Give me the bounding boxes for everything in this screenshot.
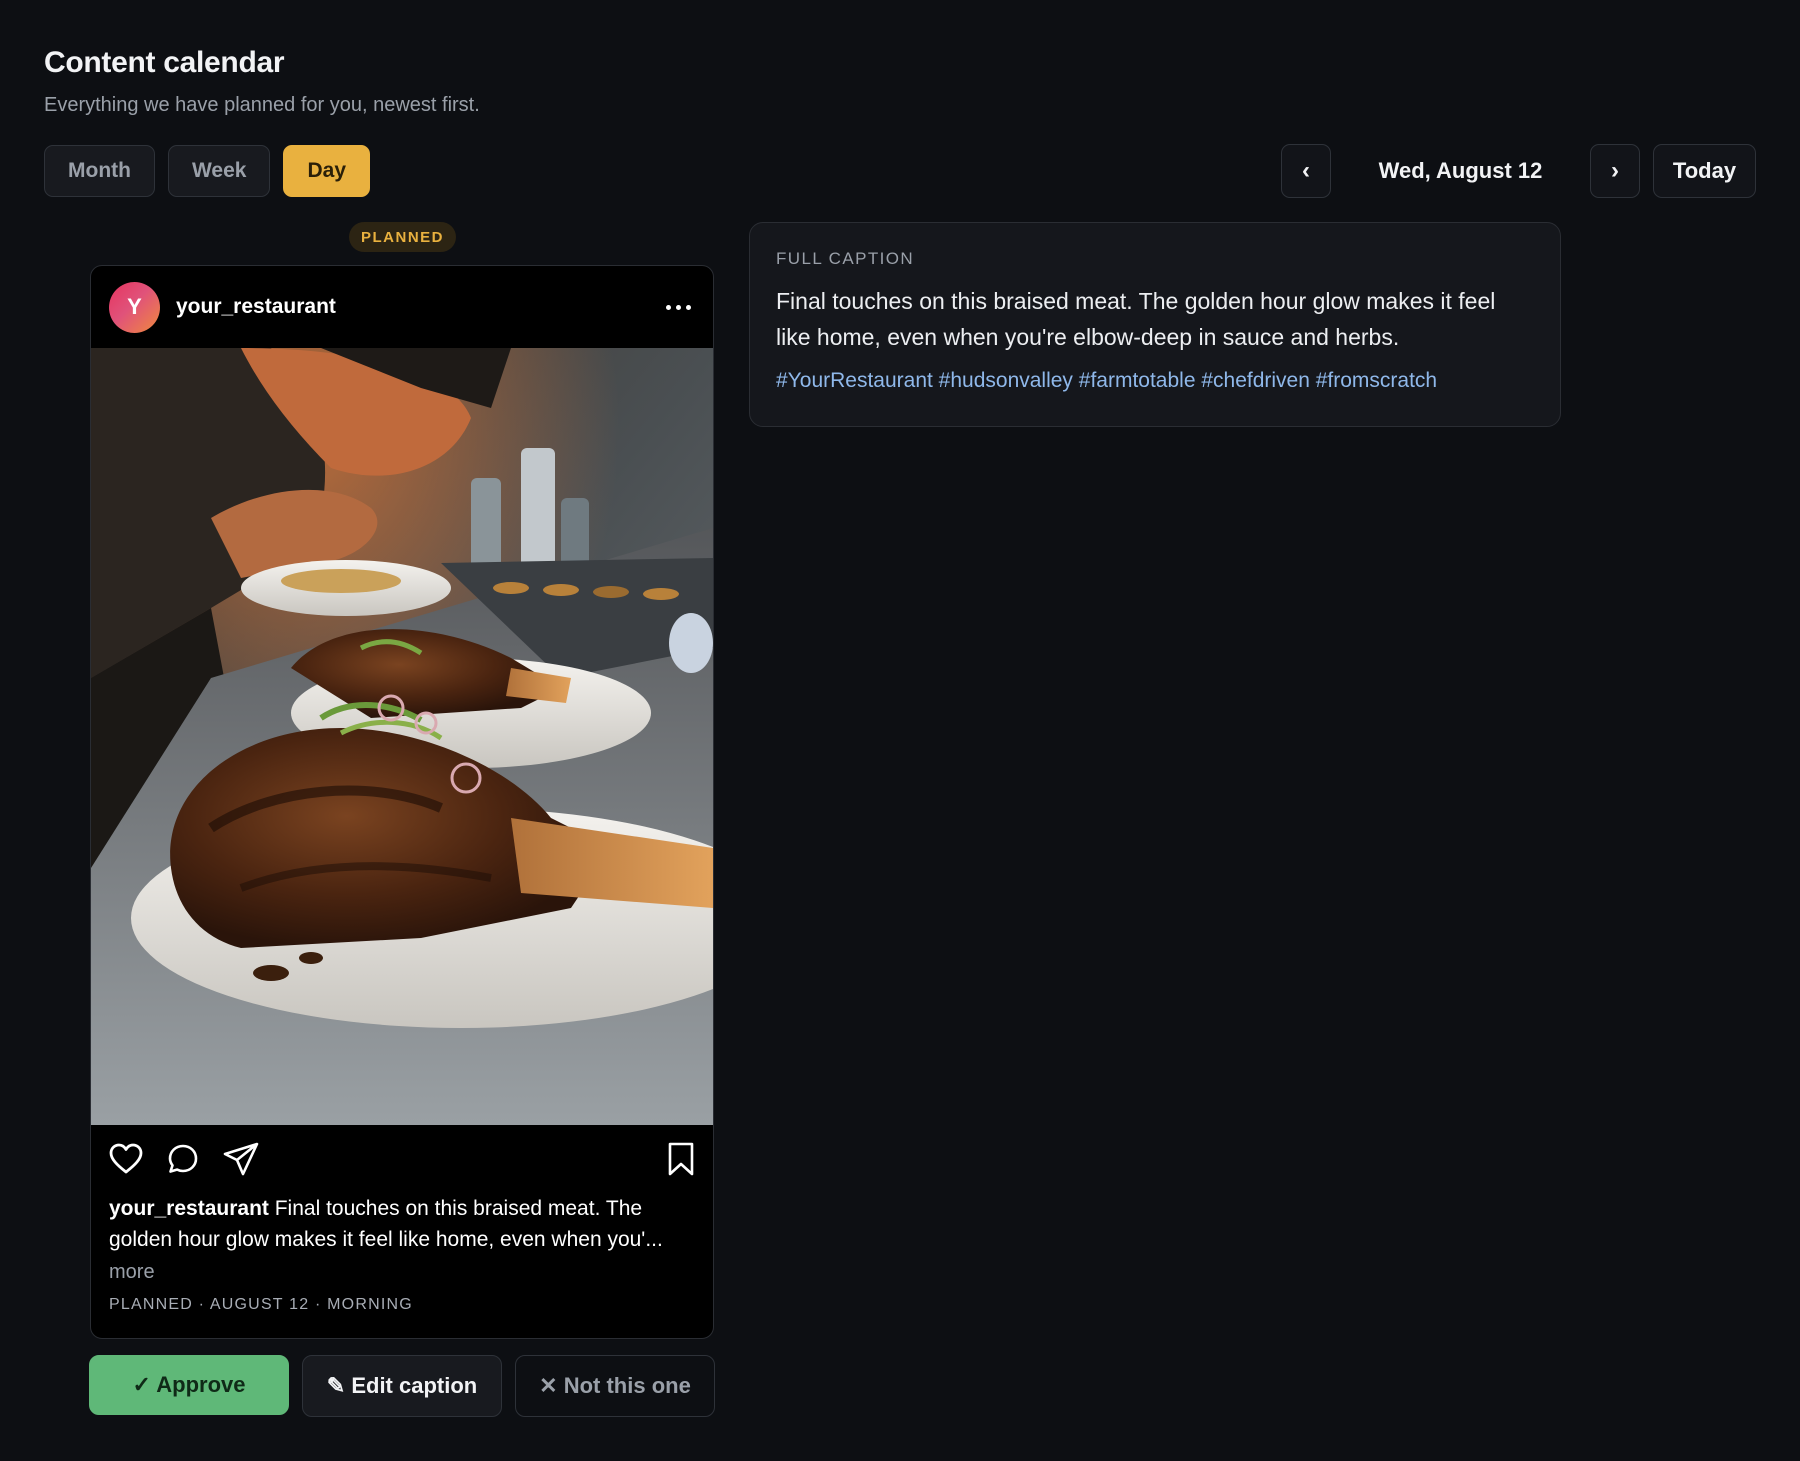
caption-username: your_restaurant: [109, 1197, 269, 1220]
prev-day-button[interactable]: ‹: [1281, 144, 1331, 198]
next-day-button[interactable]: ›: [1590, 144, 1640, 198]
status-badge: PLANNED: [349, 222, 457, 252]
date-navigation: ‹ Wed, August 12 › Today: [1281, 144, 1756, 198]
review-actions: ✓ Approve ✎ Edit caption ✕ Not this one: [89, 1355, 715, 1417]
page-title: Content calendar: [44, 46, 285, 79]
reject-button[interactable]: ✕ Not this one: [515, 1355, 715, 1417]
approve-button[interactable]: ✓ Approve: [89, 1355, 289, 1415]
post-actions: [91, 1125, 713, 1193]
post-image: [91, 348, 713, 1125]
edit-caption-button[interactable]: ✎ Edit caption: [302, 1355, 502, 1417]
heart-icon[interactable]: [109, 1143, 143, 1175]
post-header: Y your_restaurant: [91, 266, 713, 348]
share-icon[interactable]: [223, 1142, 259, 1176]
post-schedule-meta: PLANNED · AUGUST 12 · MORNING: [109, 1296, 413, 1313]
view-month-button[interactable]: Month: [44, 145, 155, 197]
post-username: your_restaurant: [176, 295, 336, 318]
post-caption: your_restaurant Final touches on this br…: [91, 1193, 713, 1255]
full-caption-text: Final touches on this braised meat. The …: [776, 288, 1496, 350]
today-button[interactable]: Today: [1653, 144, 1756, 198]
current-date: Wed, August 12: [1378, 158, 1543, 183]
page-subtitle: Everything we have planned for you, newe…: [44, 94, 480, 116]
more-link[interactable]: more: [91, 1255, 713, 1287]
hashtags: #YourRestaurant #hudsonvalley #farmtotab…: [776, 369, 1438, 392]
view-toggle: Month Week Day: [44, 145, 370, 197]
view-week-button[interactable]: Week: [167, 145, 271, 197]
post-preview-card: Y your_restaurant your_restaurant Final …: [90, 265, 714, 1339]
comment-icon[interactable]: [167, 1143, 199, 1175]
full-caption-panel: FULL CAPTION Final touches on this brais…: [749, 222, 1561, 427]
view-day-button[interactable]: Day: [283, 145, 370, 197]
full-caption-label: FULL CAPTION: [776, 249, 915, 268]
avatar: Y: [109, 281, 160, 333]
more-dots-icon[interactable]: [662, 297, 695, 318]
bookmark-icon[interactable]: [667, 1142, 695, 1176]
